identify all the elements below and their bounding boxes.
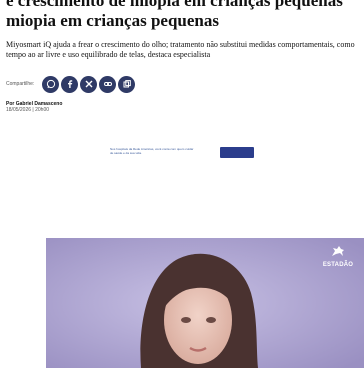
video-frame-image bbox=[46, 238, 364, 368]
share-label: Compartilhe: bbox=[6, 81, 35, 87]
headline-top: e crescimento de miopia em crianças pequ… bbox=[6, 0, 358, 11]
article-subtitle: Miyosmart iQ ajuda a frear o crescimento… bbox=[6, 40, 355, 59]
link-icon[interactable] bbox=[99, 75, 117, 93]
article-headline: miopia em crianças pequenas bbox=[6, 11, 219, 30]
video-player[interactable]: ESTADÃO bbox=[46, 238, 364, 368]
ad-logo bbox=[220, 146, 254, 158]
facebook-icon[interactable] bbox=[61, 75, 79, 93]
publish-date: 18/05/2026 | 20h00 bbox=[6, 107, 50, 113]
estadao-logo: ESTADÃO bbox=[318, 244, 358, 268]
estadao-wordmark: ESTADÃO bbox=[322, 262, 354, 268]
advertisement-banner[interactable]: Nos hospitais da Rede Américas, você con… bbox=[110, 146, 260, 158]
ad-text: Nos hospitais da Rede Américas, você con… bbox=[110, 147, 194, 155]
whatsapp-icon[interactable] bbox=[42, 75, 60, 93]
byline: Por Gabriel Damasceno 18/05/2026 | 20h00 bbox=[6, 101, 62, 113]
x-icon[interactable] bbox=[80, 75, 98, 93]
share-bar: Compartilhe: bbox=[6, 73, 137, 95]
headline-top-text: e crescimento de miopia em crianças pequ… bbox=[6, 0, 343, 10]
estadao-horse-icon bbox=[332, 246, 344, 256]
copy-icon[interactable] bbox=[118, 75, 136, 93]
